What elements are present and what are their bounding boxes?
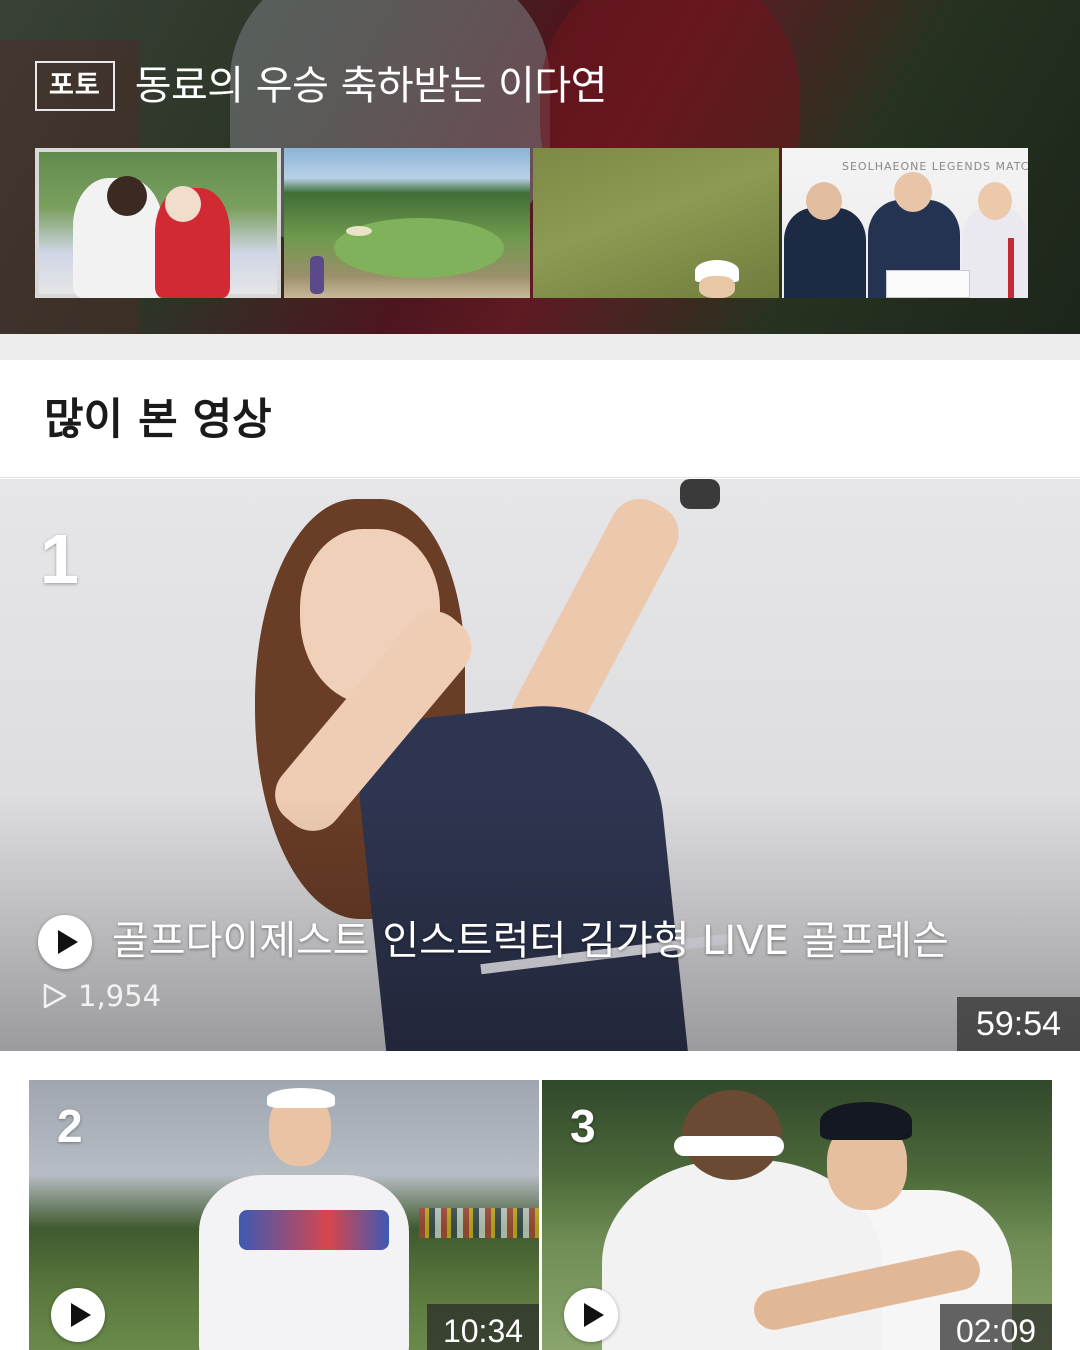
rank-number: 2 <box>57 1100 83 1152</box>
photo-thumbnail-strip: SEOLHAEONE LEGENDS MATC <box>35 148 1028 298</box>
thumb-face <box>978 182 1012 220</box>
thumb-stripe <box>1008 238 1014 298</box>
photo-title-row: 포토 동료의 우승 축하받는 이다연 <box>35 60 607 112</box>
section-divider <box>0 334 1080 360</box>
play-icon[interactable] <box>564 1288 618 1342</box>
video-thumbnail-part <box>820 1102 912 1140</box>
thumb-figure <box>962 208 1028 298</box>
photo-gallery-section[interactable]: 포토 동료의 우승 축하받는 이다연 SEOLHAEONE LEGENDS MA… <box>0 0 1080 334</box>
thumb-face <box>699 276 735 298</box>
views-play-icon <box>43 983 67 1009</box>
popular-videos-header: 많이 본 영상 <box>0 360 1080 478</box>
rank-number: 3 <box>570 1100 596 1152</box>
thumb-figure <box>784 208 866 298</box>
video-thumbnail-part <box>419 1208 539 1238</box>
section-title: 많이 본 영상 <box>44 395 272 445</box>
thumb-face <box>894 172 932 212</box>
video-thumbnail-part <box>267 1088 335 1108</box>
video-card-2[interactable]: 2 10:34 <box>29 1080 539 1350</box>
thumb-golfer <box>310 256 324 294</box>
play-icon[interactable] <box>51 1288 105 1342</box>
photo-thumbnail-4[interactable]: SEOLHAEONE LEGENDS MATC <box>782 148 1028 298</box>
photo-thumbnail-2[interactable] <box>284 148 530 298</box>
play-icon[interactable] <box>38 915 92 969</box>
video-title[interactable]: 골프다이제스트 인스트럭터 김가형 LIVE 골프레슨 <box>112 914 1017 968</box>
thumb-face <box>806 182 842 220</box>
video-thumbnail-part <box>199 1175 409 1350</box>
video-duration: 59:54 <box>957 997 1080 1051</box>
thumb-caption: SEOLHAEONE LEGENDS MATC <box>842 160 1028 173</box>
video-thumbnail-part <box>239 1210 389 1250</box>
thumb-document <box>886 270 970 298</box>
video-duration: 10:34 <box>427 1304 539 1350</box>
rank-number: 1 <box>40 520 79 598</box>
video-thumbnail-part <box>682 1090 782 1180</box>
thumb-figure <box>165 186 201 222</box>
thumb-figure <box>107 176 147 216</box>
thumb-bunker <box>346 226 372 236</box>
view-count-value: 1,954 <box>78 979 162 1013</box>
photo-title[interactable]: 동료의 우승 축하받는 이다연 <box>135 60 608 112</box>
photo-badge: 포토 <box>35 61 115 111</box>
featured-video-card[interactable]: 1 골프다이제스트 인스트럭터 김가형 LIVE 골프레슨 1,954 59:5… <box>0 479 1080 1051</box>
video-card-3[interactable]: 3 02:09 <box>542 1080 1052 1350</box>
video-duration: 02:09 <box>940 1304 1052 1350</box>
view-count: 1,954 <box>42 979 161 1013</box>
video-thumbnail-part <box>674 1136 784 1156</box>
photo-thumbnail-1[interactable] <box>35 148 281 298</box>
photo-thumbnail-3[interactable] <box>533 148 779 298</box>
